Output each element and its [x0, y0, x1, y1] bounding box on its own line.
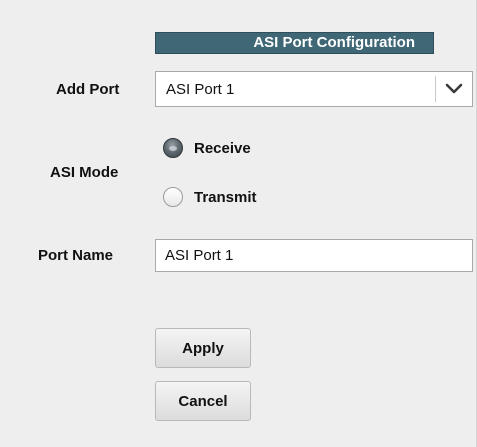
port-name-input[interactable] [155, 239, 473, 272]
radio-receive-label: Receive [194, 139, 251, 157]
add-port-label: Add Port [56, 81, 120, 98]
radio-unselected-icon[interactable] [163, 187, 183, 207]
apply-button[interactable]: Apply [155, 328, 251, 368]
chevron-down-icon[interactable] [436, 72, 472, 106]
section-header: ASI Port Configuration [155, 32, 434, 54]
radio-transmit-label: Transmit [194, 188, 257, 206]
cancel-button[interactable]: Cancel [155, 381, 251, 421]
radio-transmit[interactable]: Transmit [163, 187, 257, 207]
radio-receive[interactable]: Receive [163, 138, 251, 158]
radio-selected-icon[interactable] [163, 138, 183, 158]
add-port-selected-value: ASI Port 1 [166, 80, 235, 98]
asi-port-configuration-panel: ASI Port Configuration Add Port ASI Port… [0, 0, 477, 447]
add-port-select[interactable]: ASI Port 1 [155, 71, 473, 107]
port-name-label: Port Name [38, 247, 114, 264]
asi-mode-label: ASI Mode [50, 164, 119, 181]
